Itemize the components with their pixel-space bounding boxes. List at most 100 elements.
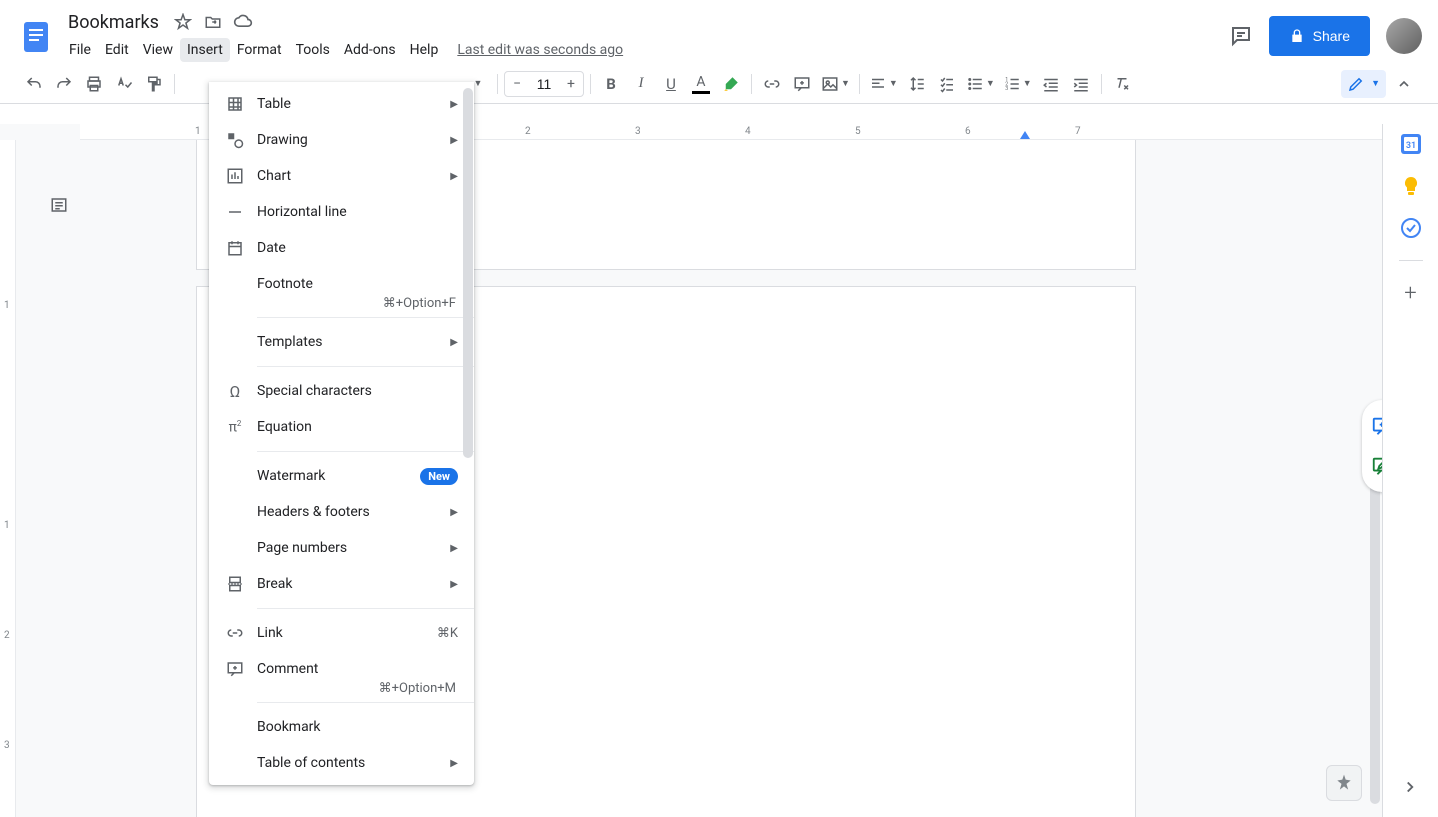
hr-icon <box>225 202 245 222</box>
menu-format[interactable]: Format <box>230 38 289 62</box>
submenu-arrow-icon: ▶ <box>450 758 458 769</box>
suggest-edits-floating-icon[interactable] <box>1362 446 1382 486</box>
menu-item-label: Link <box>257 625 437 641</box>
highlight-color-icon[interactable] <box>717 70 745 98</box>
menu-file[interactable]: File <box>62 38 98 62</box>
submenu-arrow-icon: ▶ <box>450 337 458 348</box>
menu-item-bookmark[interactable]: Bookmark <box>209 709 474 745</box>
submenu-arrow-icon: ▶ <box>450 99 458 110</box>
move-icon[interactable] <box>201 10 225 34</box>
menu-edit[interactable]: Edit <box>98 38 136 62</box>
get-addons-icon[interactable]: + <box>1401 283 1421 303</box>
docs-home-icon[interactable] <box>16 16 56 56</box>
menu-item-footnote[interactable]: Footnote <box>209 266 474 302</box>
new-badge: New <box>420 468 458 485</box>
print-icon[interactable] <box>80 70 108 98</box>
open-comments-icon[interactable] <box>1221 16 1261 56</box>
hide-sidepanel-icon[interactable] <box>1396 773 1424 801</box>
menu-item-break[interactable]: Break▶ <box>209 566 474 602</box>
link-icon <box>225 623 245 643</box>
paint-format-icon[interactable] <box>140 70 168 98</box>
menu-item-templates[interactable]: Templates▶ <box>209 324 474 360</box>
ruler-tick: 4 <box>745 126 751 137</box>
menu-item-label: Footnote <box>257 276 458 292</box>
svg-text:3: 3 <box>1005 86 1008 92</box>
menu-item-date[interactable]: Date <box>209 230 474 266</box>
menu-item-comment[interactable]: Comment <box>209 651 474 687</box>
menu-item-headers-footers[interactable]: Headers & footers▶ <box>209 494 474 530</box>
menu-item-label: Equation <box>257 419 458 435</box>
ruler-tick: 1 <box>4 520 10 531</box>
menu-item-page-numbers[interactable]: Page numbers▶ <box>209 530 474 566</box>
menu-item-label: Headers & footers <box>257 504 442 520</box>
menu-tools[interactable]: Tools <box>289 38 337 62</box>
menu-item-equation[interactable]: π2Equation <box>209 409 474 445</box>
explore-icon[interactable] <box>1326 765 1362 801</box>
menu-item-chart[interactable]: Chart ▶ <box>209 158 474 194</box>
menu-item-label: Chart <box>257 168 442 184</box>
bold-icon[interactable]: B <box>597 70 625 98</box>
menu-insert[interactable]: Insert <box>180 38 230 62</box>
menu-shortcut: ⌘K <box>437 626 458 641</box>
break-icon <box>225 574 245 594</box>
menu-addons[interactable]: Add-ons <box>337 38 403 62</box>
share-button-label: Share <box>1313 28 1350 44</box>
chart-icon <box>225 166 245 186</box>
underline-icon[interactable]: U <box>657 70 685 98</box>
line-spacing-icon[interactable] <box>903 70 931 98</box>
numbered-list-icon[interactable]: 123▼ <box>1000 70 1035 98</box>
account-avatar[interactable] <box>1386 18 1422 54</box>
insert-image-icon[interactable]: ▼ <box>818 70 853 98</box>
vertical-ruler[interactable]: 1 1 2 3 <box>0 140 16 817</box>
document-title[interactable]: Bookmarks <box>62 10 165 35</box>
cloud-status-icon[interactable] <box>231 10 255 34</box>
add-comment-icon[interactable] <box>788 70 816 98</box>
font-size-decrease[interactable]: − <box>505 72 529 96</box>
menu-view[interactable]: View <box>136 38 180 62</box>
menu-item-link[interactable]: Link⌘K <box>209 615 474 651</box>
keep-app-icon[interactable] <box>1401 176 1421 196</box>
font-size-input[interactable] <box>529 75 559 93</box>
align-icon[interactable]: ▼ <box>866 70 901 98</box>
bullet-list-icon[interactable]: ▼ <box>963 70 998 98</box>
vertical-scrollbar[interactable] <box>1370 454 1380 804</box>
menu-help[interactable]: Help <box>403 38 446 62</box>
redo-icon[interactable] <box>50 70 78 98</box>
last-edit-link[interactable]: Last edit was seconds ago <box>457 42 623 58</box>
text-color-icon[interactable]: A <box>687 70 715 98</box>
checklist-icon[interactable] <box>933 70 961 98</box>
tasks-app-icon[interactable] <box>1401 218 1421 238</box>
menu-item-label: Special characters <box>257 383 458 399</box>
menu-item-table-of-contents[interactable]: Table of contents▶ <box>209 745 474 781</box>
menu-item-label: Drawing <box>257 132 442 148</box>
add-comment-floating-icon[interactable] <box>1362 406 1382 446</box>
calendar-app-icon[interactable]: 31 <box>1401 134 1421 154</box>
undo-icon[interactable] <box>20 70 48 98</box>
italic-icon[interactable]: I <box>627 70 655 98</box>
clear-formatting-icon[interactable] <box>1108 70 1136 98</box>
menu-item-drawing[interactable]: Drawing▶ <box>209 122 474 158</box>
collapse-toolbar-icon[interactable] <box>1390 70 1418 98</box>
insert-link-icon[interactable] <box>758 70 786 98</box>
star-icon[interactable] <box>171 10 195 34</box>
menu-item-horizontal-line[interactable]: Horizontal line <box>209 194 474 230</box>
ruler-tick: 1 <box>195 126 201 137</box>
menu-item-label: Horizontal line <box>257 204 458 220</box>
share-button[interactable]: Share <box>1269 16 1370 56</box>
menu-item-table[interactable]: Table▶ <box>209 86 474 122</box>
outdent-icon[interactable] <box>1037 70 1065 98</box>
indent-icon[interactable] <box>1067 70 1095 98</box>
document-outline-icon[interactable] <box>44 190 74 220</box>
ruler-tick: 2 <box>525 126 531 137</box>
ruler-tick: 6 <box>965 126 971 137</box>
menu-item-special-characters[interactable]: ΩSpecial characters <box>209 373 474 409</box>
spellcheck-icon[interactable] <box>110 70 138 98</box>
comment-icon <box>225 659 245 679</box>
side-panel: 31 + <box>1382 124 1438 817</box>
menu-item-watermark[interactable]: WatermarkNew <box>209 458 474 494</box>
font-size-increase[interactable]: + <box>559 72 583 96</box>
editing-mode-button[interactable]: ▼ <box>1341 70 1386 98</box>
font-size-control: − + <box>504 71 584 97</box>
submenu-arrow-icon: ▶ <box>450 171 458 182</box>
drawing-icon <box>225 130 245 150</box>
